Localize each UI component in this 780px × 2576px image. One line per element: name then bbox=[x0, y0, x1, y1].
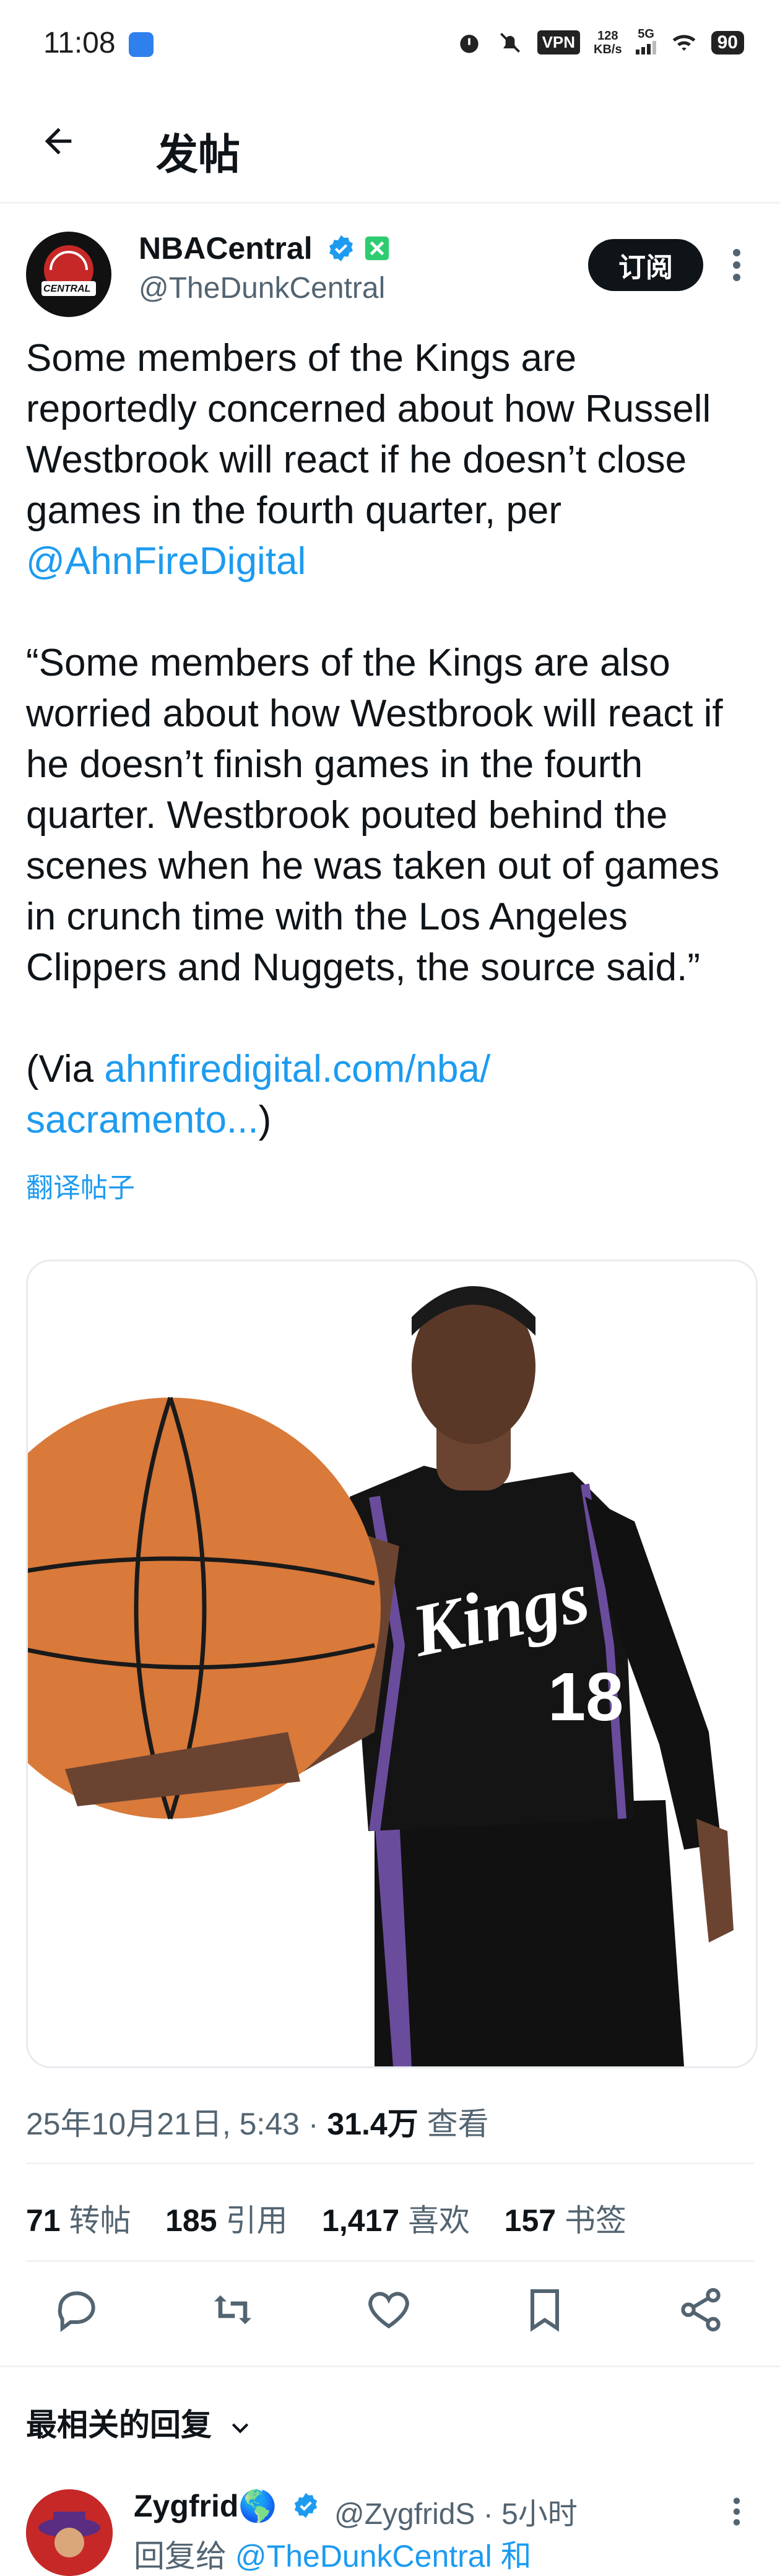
author-avatar[interactable]: CENTRAL bbox=[26, 232, 111, 317]
replies-sort-dropdown[interactable]: 最相关的回复 bbox=[26, 2400, 253, 2445]
more-icon[interactable] bbox=[729, 246, 744, 284]
speed-unit: KB/s bbox=[594, 42, 622, 56]
network-type: 5G bbox=[638, 27, 654, 41]
wifi-icon bbox=[672, 34, 695, 51]
tweet-text-quote: “Some members of the Kings are also worr… bbox=[26, 642, 723, 1090]
jersey-number: 18 bbox=[548, 1659, 624, 1735]
reply-author-name[interactable]: Zygfrid🌎 bbox=[134, 2488, 277, 2525]
network-speed: 128 KB/s bbox=[594, 29, 622, 56]
tweet-text-close: ) bbox=[258, 1099, 272, 1141]
meta-divider bbox=[26, 2162, 754, 2164]
verified-icon bbox=[329, 235, 353, 262]
action-bar bbox=[0, 2285, 780, 2347]
stats-divider bbox=[26, 2260, 754, 2262]
reply-to-prefix: 回复给 bbox=[134, 2539, 235, 2574]
chevron-down-icon bbox=[232, 2423, 249, 2434]
mention-link[interactable]: @AhnFireDigital bbox=[26, 540, 306, 583]
bookmarks-label: 书签 bbox=[564, 2203, 626, 2238]
status-icons: VPN 128 KB/s 5G 90 bbox=[456, 27, 744, 58]
signal: 5G bbox=[635, 27, 657, 58]
tweet-text-intro: Some members of the Kings are reportedly… bbox=[26, 337, 722, 532]
mute-bell-icon bbox=[500, 32, 520, 53]
reply-to-line: 回复给 @TheDunkCentral 和 bbox=[134, 2531, 532, 2576]
retweets-stat[interactable]: 71 转帖 bbox=[26, 2203, 131, 2238]
reply-to-handle-link[interactable]: @TheDunkCentral 和 bbox=[235, 2539, 532, 2574]
quotes-stat[interactable]: 185 引用 bbox=[165, 2203, 287, 2238]
meta-separator: · bbox=[299, 2107, 327, 2141]
signal-icon bbox=[635, 41, 656, 54]
replies-sort-label: 最相关的回复 bbox=[26, 2408, 212, 2442]
actions-divider bbox=[0, 2365, 780, 2367]
tweet-media-image[interactable]: Kings 18 bbox=[26, 1260, 758, 2068]
retweets-count: 71 bbox=[26, 2203, 61, 2238]
bookmark-icon[interactable] bbox=[520, 2285, 570, 2334]
tweet-text: Some members of the Kings are reportedly… bbox=[26, 333, 756, 1146]
status-bar: 11:08 VPN 128 KB/s 5G 90 bbox=[0, 0, 780, 93]
views-label: 查看 bbox=[418, 2107, 489, 2141]
author-name[interactable]: NBACentral bbox=[139, 230, 313, 266]
author-handle[interactable]: @TheDunkCentral bbox=[139, 271, 385, 305]
app-notification-icon bbox=[129, 32, 154, 57]
reply-icon[interactable] bbox=[52, 2285, 102, 2334]
speed-value: 128 bbox=[597, 28, 618, 43]
quotes-label: 引用 bbox=[225, 2203, 288, 2238]
alarm-icon bbox=[459, 34, 479, 53]
subscribe-button[interactable]: 订阅 bbox=[588, 239, 703, 291]
reply-author-handle[interactable]: @ZygfridS · 5小时 bbox=[334, 2489, 578, 2533]
retweets-label: 转帖 bbox=[69, 2203, 131, 2238]
player-photo bbox=[28, 1261, 756, 2066]
author-name-text[interactable]: NBACentral bbox=[139, 231, 313, 266]
bookmarks-count: 157 bbox=[504, 2203, 557, 2238]
reply-verified-icon bbox=[294, 2492, 318, 2518]
page-title: 发帖 bbox=[156, 131, 241, 178]
engagement-stats: 71 转帖 185 引用 1,417 喜欢 157 书签 bbox=[26, 2196, 626, 2240]
reply-avatar[interactable] bbox=[26, 2489, 113, 2576]
battery-indicator: 90 bbox=[711, 30, 744, 54]
avatar-logo-text: CENTRAL bbox=[43, 284, 91, 294]
like-icon[interactable] bbox=[364, 2285, 414, 2334]
bookmarks-stat[interactable]: 157 书签 bbox=[505, 2203, 626, 2238]
grok-icon bbox=[365, 236, 389, 261]
share-icon[interactable] bbox=[676, 2285, 726, 2334]
quotes-count: 185 bbox=[165, 2203, 217, 2238]
likes-label: 喜欢 bbox=[408, 2203, 470, 2238]
likes-stat[interactable]: 1,417 喜欢 bbox=[322, 2203, 470, 2238]
reply-more-icon[interactable] bbox=[729, 2496, 744, 2528]
tweet-timestamp: 25年10月21日, 5:43 · 31.4万 查看 bbox=[26, 2099, 489, 2144]
status-time: 11:08 bbox=[43, 27, 116, 59]
back-arrow-icon[interactable] bbox=[38, 121, 78, 161]
vpn-badge: VPN bbox=[537, 30, 581, 54]
translate-post-link[interactable]: 翻译帖子 bbox=[26, 1165, 135, 1205]
reply-avatar-image bbox=[26, 2489, 113, 2576]
post-date: 25年10月21日, 5:43 bbox=[26, 2107, 300, 2141]
retweet-icon[interactable] bbox=[208, 2285, 258, 2334]
central-logo bbox=[28, 233, 110, 315]
views-count: 31.4万 bbox=[327, 2107, 418, 2141]
header-divider bbox=[0, 202, 780, 204]
likes-count: 1,417 bbox=[322, 2203, 400, 2238]
